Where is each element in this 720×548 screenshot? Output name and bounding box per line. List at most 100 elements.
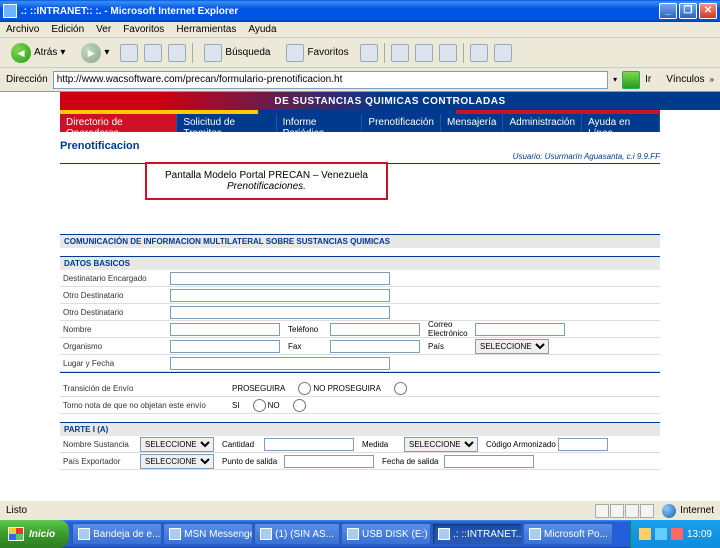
menu-ayuda[interactable]: Ayuda: [248, 24, 276, 35]
menu-edicion[interactable]: Edición: [51, 24, 84, 35]
stop-icon[interactable]: [120, 44, 138, 62]
print-icon[interactable]: [415, 44, 433, 62]
menu-herramientas[interactable]: Herramientas: [176, 24, 236, 35]
input-punto-salida[interactable]: [284, 455, 374, 468]
web-content: DE SUSTANCIAS QUIMICAS CONTROLADAS Direc…: [0, 92, 720, 500]
select-sustancia[interactable]: SELECCIONE: [140, 437, 214, 452]
tab-prenotif[interactable]: Prenotificación: [362, 114, 441, 132]
select-medida[interactable]: SELECCIONE: [404, 437, 478, 452]
window-title: .: ::INTRANET:: :. - Microsoft Internet …: [21, 6, 659, 17]
task-item[interactable]: Bandeja de e...: [72, 523, 162, 545]
select-pais[interactable]: SELECCIONE: [475, 339, 549, 354]
clock: 13:09: [687, 529, 712, 540]
history-icon[interactable]: [360, 44, 378, 62]
label-dest-encargado: Destinatario Encargado: [60, 274, 170, 283]
status-bar: Listo Internet: [0, 500, 720, 520]
favorites-button[interactable]: Favoritos: [281, 42, 353, 64]
label-telefono: Teléfono: [280, 325, 330, 334]
label-tomo-nota: Tomo nota de que no objetan este envío: [60, 401, 230, 410]
back-button[interactable]: ◄ Atrás ▾: [6, 41, 70, 65]
tab-mensajeria[interactable]: Mensajería: [441, 114, 503, 132]
input-otro-dest1[interactable]: [170, 289, 390, 302]
tray-icon[interactable]: [639, 528, 651, 540]
input-organismo[interactable]: [170, 340, 280, 353]
tray-icon[interactable]: [655, 528, 667, 540]
tab-solicitud[interactable]: Solicitud de Tramites: [177, 114, 276, 132]
input-otro-dest2[interactable]: [170, 306, 390, 319]
globe-icon: [662, 504, 676, 518]
back-icon: ◄: [11, 43, 31, 63]
task-item[interactable]: USB DISK (E:): [341, 523, 431, 545]
menu-favoritos[interactable]: Favoritos: [123, 24, 164, 35]
input-fecha-salida[interactable]: [444, 455, 534, 468]
label-codigo: Código Armonizado: [478, 440, 558, 449]
address-input[interactable]: [53, 71, 608, 89]
restore-button[interactable]: ❐: [679, 3, 697, 19]
start-button[interactable]: Inicio: [0, 520, 69, 548]
input-telefono[interactable]: [330, 323, 420, 336]
windows-icon: [8, 527, 24, 541]
tray-icon[interactable]: [671, 528, 683, 540]
page-title: Prenotificacion: [60, 140, 660, 152]
section-parte-ia: PARTE I (A): [60, 422, 660, 436]
ie-icon: [3, 4, 17, 18]
caption-overlay: Pantalla Modelo Portal PRECAN – Venezuel…: [145, 162, 388, 200]
label-correo: Correo Electrónico: [420, 320, 475, 338]
go-button[interactable]: [622, 71, 640, 89]
search-icon: [204, 44, 222, 62]
task-item-active[interactable]: .: ::INTRANET...: [432, 523, 522, 545]
input-lugar-fecha[interactable]: [170, 357, 390, 370]
tab-admin[interactable]: Administración: [503, 114, 582, 132]
select-pais-exp[interactable]: SELECCIONE: [140, 454, 214, 469]
task-item[interactable]: MSN Messenger: [163, 523, 253, 545]
tab-ayuda[interactable]: Ayuda en Línea: [582, 114, 660, 132]
caption-line2: Prenotificaciones.: [165, 181, 368, 192]
refresh-icon[interactable]: [144, 44, 162, 62]
task-item[interactable]: Microsoft Po...: [523, 523, 613, 545]
input-nombre[interactable]: [170, 323, 280, 336]
address-bar: Dirección ▾ Ir Vínculos »: [0, 68, 720, 92]
label-medida: Medida: [354, 440, 404, 449]
task-item[interactable]: (1) (SIN AS...: [254, 523, 340, 545]
label-sustancia: Nombre Sustancia: [60, 440, 140, 449]
label-pais: País: [420, 342, 475, 351]
caption-line1: Pantalla Modelo Portal PRECAN – Venezuel…: [165, 170, 368, 181]
system-tray[interactable]: 13:09: [630, 520, 720, 548]
radio-no[interactable]: [293, 399, 306, 412]
mail-icon[interactable]: [391, 44, 409, 62]
taskbar: Inicio Bandeja de e... MSN Messenger (1)…: [0, 520, 720, 548]
input-fax[interactable]: [330, 340, 420, 353]
extra-icon-2[interactable]: [494, 44, 512, 62]
label-organismo: Organismo: [60, 342, 170, 351]
label-nombre: Nombre: [60, 325, 170, 334]
edit-icon[interactable]: [439, 44, 457, 62]
status-text: Listo: [6, 505, 27, 516]
label-pais-exp: País Exportador: [60, 457, 140, 466]
go-label: Ir: [645, 74, 651, 85]
label-lugar-fecha: Lugar y Fecha: [60, 359, 170, 368]
input-correo[interactable]: [475, 323, 565, 336]
input-dest-encargado[interactable]: [170, 272, 390, 285]
site-banner: DE SUSTANCIAS QUIMICAS CONTROLADAS: [60, 92, 720, 110]
input-codigo[interactable]: [558, 438, 608, 451]
radio-si[interactable]: [253, 399, 266, 412]
label-punto-salida: Punto de salida: [214, 457, 284, 466]
toolbar: ◄ Atrás ▾ ► ▾ Búsqueda Favoritos: [0, 38, 720, 68]
tab-directorio[interactable]: Directorio de Operadores: [60, 114, 177, 132]
label-otro-dest2: Otro Destinatario: [60, 308, 170, 317]
radio-no-proseguira[interactable]: [394, 382, 407, 395]
label-cantidad: Cantidad: [214, 440, 264, 449]
menu-ver[interactable]: Ver: [96, 24, 111, 35]
input-cantidad[interactable]: [264, 438, 354, 451]
search-button[interactable]: Búsqueda: [199, 42, 275, 64]
radio-proseguira[interactable]: [298, 382, 311, 395]
close-button[interactable]: ✕: [699, 3, 717, 19]
extra-icon-1[interactable]: [470, 44, 488, 62]
tab-informe[interactable]: Informe Periódico: [277, 114, 363, 132]
home-icon[interactable]: [168, 44, 186, 62]
label-transicion: Transición de Envío: [60, 384, 230, 393]
minimize-button[interactable]: _: [659, 3, 677, 19]
forward-button[interactable]: ► ▾: [76, 41, 114, 65]
forward-icon: ►: [81, 43, 101, 63]
menu-archivo[interactable]: Archivo: [6, 24, 39, 35]
